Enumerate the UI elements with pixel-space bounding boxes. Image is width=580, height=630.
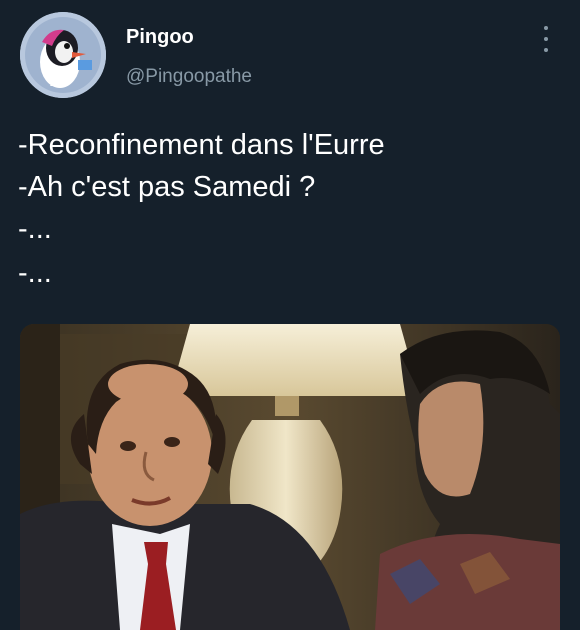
tweet-line: -...	[18, 213, 52, 245]
author-handle[interactable]: @Pingoopathe	[126, 66, 252, 88]
author-name[interactable]: Pingoo	[126, 26, 194, 49]
tweet-card: Pingoo @Pingoopathe -Reconfinement dans …	[0, 0, 580, 630]
movie-still-image	[20, 324, 560, 630]
more-vertical-icon[interactable]	[538, 26, 554, 52]
tweet-line: -Reconfinement dans l'Eurre	[18, 129, 385, 161]
avatar[interactable]	[20, 12, 106, 98]
dot	[544, 48, 548, 52]
tweet-media-image[interactable]	[20, 324, 560, 630]
penguin-avatar-icon	[20, 12, 106, 98]
tweet-line: -Ah c'est pas Samedi ?	[18, 171, 316, 203]
dot	[544, 26, 548, 30]
dot	[544, 37, 548, 41]
tweet-line: -...	[18, 257, 52, 289]
tweet-text: -Reconfinement dans l'Eurre -Ah c'est pa…	[18, 124, 558, 296]
